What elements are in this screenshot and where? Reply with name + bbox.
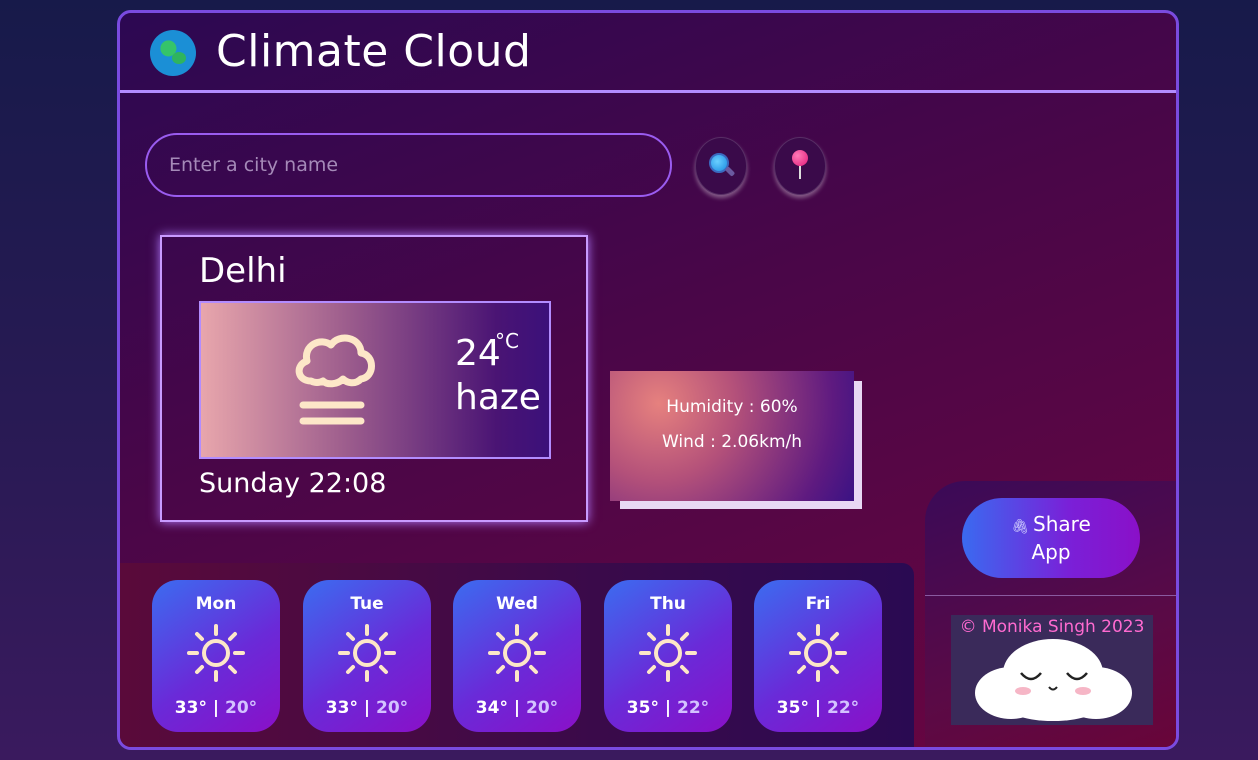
forecast-card-mon: Mon 33° | 20° bbox=[152, 580, 280, 732]
search-button[interactable] bbox=[695, 137, 747, 195]
forecast-card-thu: Thu 35° | 22° bbox=[604, 580, 732, 732]
copyright-text: © Monika Singh 2023 bbox=[959, 617, 1145, 637]
forecast-temps: 33° | 20° bbox=[303, 698, 431, 718]
forecast-separator: | bbox=[658, 698, 678, 718]
forecast-high: 33° bbox=[174, 698, 207, 718]
forecast-card-fri: Fri 35° | 22° bbox=[754, 580, 882, 732]
forecast-day: Tue bbox=[350, 594, 384, 614]
forecast-temps: 33° | 20° bbox=[152, 698, 280, 718]
pushpin-needle bbox=[799, 165, 801, 179]
forecast-separator: | bbox=[808, 698, 828, 718]
forecast-day: Wed bbox=[496, 594, 538, 614]
forecast-high: 35° bbox=[776, 698, 809, 718]
current-conditions-box: 24 °C haze bbox=[199, 301, 551, 459]
forecast-day: Mon bbox=[195, 594, 237, 614]
city-search-input[interactable] bbox=[145, 133, 672, 197]
forecast-separator: | bbox=[206, 698, 226, 718]
share-app-button[interactable]: 🖇 Share App bbox=[962, 498, 1140, 578]
magnifier-handle bbox=[724, 166, 736, 177]
cloud-illustration: © Monika Singh 2023 bbox=[951, 615, 1153, 725]
side-panel: 🖇 Share App © Monika Singh 2023 bbox=[925, 481, 1176, 747]
date-time: Sunday 22:08 bbox=[199, 468, 387, 499]
forecast-low: 22° bbox=[677, 698, 710, 718]
current-location-button[interactable] bbox=[774, 137, 826, 195]
sun-icon bbox=[639, 624, 697, 682]
forecast-panel: Mon 33° | 20° Tue 33° | 20° Wed 34° | 20… bbox=[120, 563, 914, 747]
sun-icon bbox=[338, 624, 396, 682]
forecast-low: 20° bbox=[376, 698, 409, 718]
city-name: Delhi bbox=[199, 251, 287, 291]
weather-details-card: Humidity : 60% Wind : 2.06km/h bbox=[610, 371, 854, 501]
forecast-card-wed: Wed 34° | 20° bbox=[453, 580, 581, 732]
share-label-line1: Share bbox=[1033, 511, 1091, 536]
smiling-cloud-image bbox=[975, 639, 1132, 721]
forecast-card-tue: Tue 33° | 20° bbox=[303, 580, 431, 732]
sun-icon bbox=[789, 624, 847, 682]
globe-icon bbox=[150, 30, 196, 76]
paperclip-icon: 🖇 bbox=[1011, 518, 1030, 535]
sun-icon bbox=[488, 624, 546, 682]
forecast-day: Thu bbox=[650, 594, 686, 614]
forecast-separator: | bbox=[357, 698, 377, 718]
forecast-low: 20° bbox=[526, 698, 559, 718]
header: Climate Cloud bbox=[120, 13, 1176, 93]
share-label-line2: App bbox=[1031, 539, 1071, 564]
app-window: Climate Cloud Delhi 24 °C haze Sunday 22… bbox=[117, 10, 1179, 750]
forecast-temps: 35° | 22° bbox=[604, 698, 732, 718]
haze-icon bbox=[295, 334, 375, 425]
forecast-separator: | bbox=[507, 698, 527, 718]
temperature-unit: °C bbox=[495, 329, 519, 353]
forecast-temps: 35° | 22° bbox=[754, 698, 882, 718]
forecast-low: 22° bbox=[827, 698, 860, 718]
weather-condition: haze bbox=[455, 377, 541, 418]
forecast-high: 33° bbox=[325, 698, 358, 718]
forecast-high: 34° bbox=[475, 698, 508, 718]
temperature-value: 24 bbox=[455, 333, 501, 374]
forecast-low: 20° bbox=[225, 698, 258, 718]
pushpin-icon bbox=[792, 150, 808, 166]
app-title: Climate Cloud bbox=[216, 26, 532, 77]
current-weather-card: Delhi 24 °C haze Sunday 22:08 bbox=[160, 235, 588, 522]
forecast-day: Fri bbox=[805, 594, 831, 614]
divider bbox=[925, 595, 1176, 596]
forecast-temps: 34° | 20° bbox=[453, 698, 581, 718]
forecast-high: 35° bbox=[626, 698, 659, 718]
sun-icon bbox=[187, 624, 245, 682]
humidity-value: Humidity : 60% bbox=[666, 397, 798, 417]
wind-value: Wind : 2.06km/h bbox=[661, 432, 803, 452]
